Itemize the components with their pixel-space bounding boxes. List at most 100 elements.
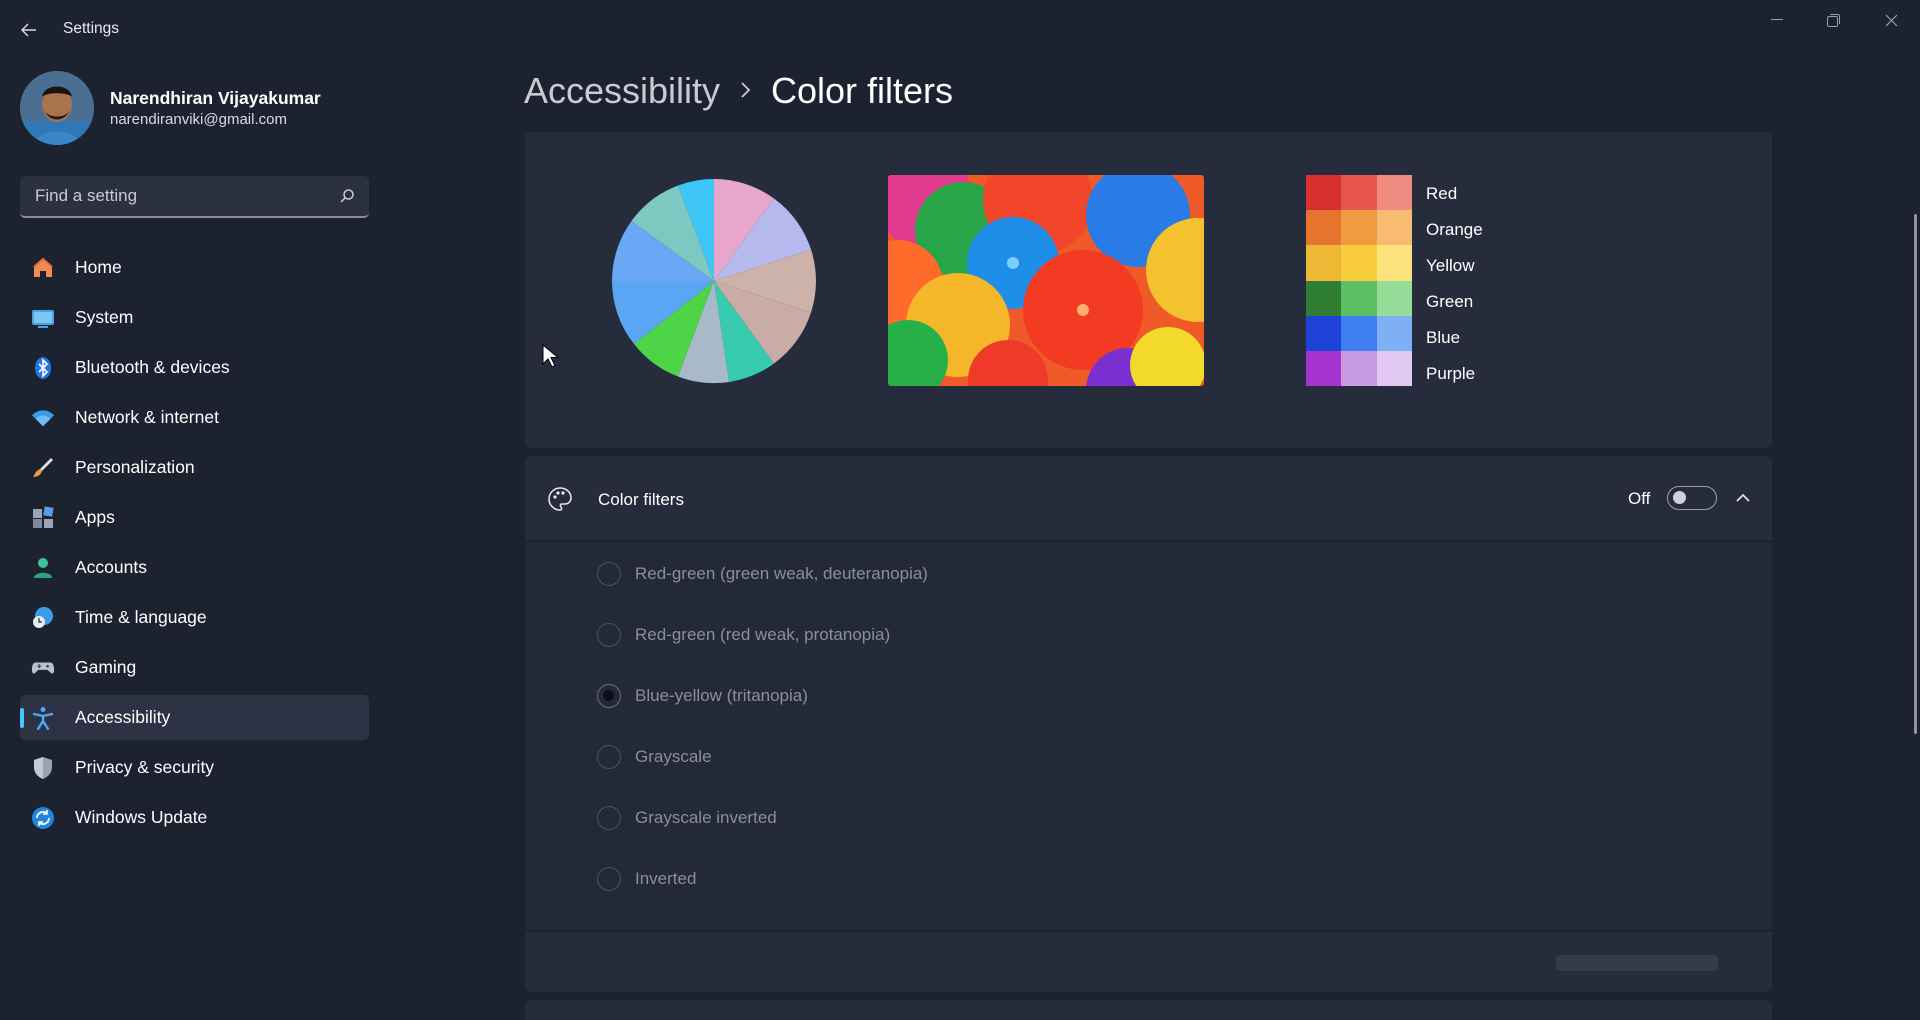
color-filters-toggle[interactable] [1667,486,1717,510]
color-swatch-green [1341,280,1378,317]
color-swatch-blue [1306,315,1342,352]
sidebar-item-time-language[interactable]: Time & language [20,595,369,640]
update-icon [31,806,55,830]
minimize-icon [1771,19,1783,20]
radio-option-tritanopia[interactable]: Blue-yellow (tritanopia) [597,676,808,716]
color-swatch-green [1376,280,1413,317]
sidebar-item-label: Windows Update [75,807,208,827]
sidebar-item-windows-update[interactable]: Windows Update [20,795,369,840]
radio-option-inverted[interactable]: Inverted [597,859,696,899]
sidebar-item-gaming[interactable]: Gaming [20,645,369,690]
search-input[interactable] [33,176,337,216]
color-filter-options [525,542,1772,930]
radio-button[interactable] [597,562,621,586]
scrollbar[interactable] [1914,214,1917,734]
swatch-label-green: Green [1426,292,1474,311]
home-icon [31,256,55,280]
sidebar-item-label: Home [75,257,122,277]
mouse-cursor-icon [542,344,558,368]
wifi-icon [31,406,55,430]
sidebar-item-label: Accessibility [75,707,171,727]
color-swatch-purple [1306,350,1342,387]
color-filters-title: Color filters [598,490,684,509]
breadcrumb-parent[interactable]: Accessibility [524,70,720,112]
sidebar-item-label: Gaming [75,657,137,677]
restore-button[interactable] [1805,0,1861,40]
sidebar-nav: Home System Bluetooth & devices Network … [20,245,369,845]
color-swatch-orange [1376,210,1413,246]
swatch-label-purple: Purple [1426,364,1476,383]
color-swatch-grid [1306,175,1413,387]
radio-label: Grayscale [635,747,712,766]
system-icon [31,306,55,330]
user-photo [20,71,94,145]
radio-option-grayscale[interactable]: Grayscale [597,737,712,777]
back-arrow-icon [21,23,36,37]
color-swatch-red [1306,175,1342,211]
close-button[interactable] [1863,0,1919,40]
palette-icon [548,487,572,511]
accessibility-icon [31,706,55,730]
sidebar-item-accounts[interactable]: Accounts [20,545,369,590]
search-box[interactable] [20,176,369,218]
radio-option-protanopia[interactable]: Red-green (red weak, protanopia) [597,615,890,655]
sidebar-item-label: System [75,307,134,327]
apps-icon [31,506,55,530]
toggle-knob [1673,491,1686,504]
color-swatch-purple [1341,350,1378,387]
sidebar-item-label: Bluetooth & devices [75,357,230,377]
color-swatch-orange [1306,210,1342,246]
color-swatch-blue [1376,315,1413,352]
bluetooth-icon [31,356,55,380]
color-wheel-image [612,178,816,384]
app-title: Settings [63,20,120,37]
radio-label: Red-green (red weak, protanopia) [635,625,891,644]
sidebar-item-apps[interactable]: Apps [20,495,369,540]
radio-button-selected[interactable] [597,684,621,708]
color-swatch-red [1376,175,1413,211]
radio-button[interactable] [597,806,621,830]
sidebar-item-accessibility[interactable]: Accessibility [20,695,369,740]
time-language-icon [31,606,55,630]
toggle-state-label: Off [1628,489,1651,508]
swatch-label-red: Red [1426,184,1458,203]
sidebar-item-network[interactable]: Network & internet [20,395,369,440]
search-icon[interactable] [339,188,355,204]
accounts-icon [31,556,55,580]
back-button[interactable] [12,16,46,44]
radio-button[interactable] [597,623,621,647]
sidebar-item-privacy[interactable]: Privacy & security [20,745,369,790]
gaming-icon [31,656,55,680]
paper-fans-photo [888,175,1204,386]
radio-label: Grayscale inverted [635,808,777,827]
color-swatch-yellow [1306,245,1342,281]
color-swatch-orange [1341,210,1378,246]
color-swatch-yellow [1376,245,1413,281]
restore-icon [1826,13,1840,27]
sidebar-item-personalization[interactable]: Personalization [20,445,369,490]
radio-option-grayscale-inverted[interactable]: Grayscale inverted [597,798,777,838]
radio-button[interactable] [597,867,621,891]
chevron-right-icon [741,82,751,98]
color-filters-expander[interactable] [525,456,1772,540]
page-title: Color filters [771,70,954,111]
sidebar-item-system[interactable]: System [20,295,369,340]
minimize-button[interactable] [1749,0,1805,40]
sidebar-item-home[interactable]: Home [20,245,369,290]
radio-label: Blue-yellow (tritanopia) [635,686,808,705]
sidebar-item-label: Time & language [75,607,207,627]
active-indicator [20,708,24,728]
radio-option-deuteranopia[interactable]: Red-green (green weak, deuteranopia) [597,554,928,594]
color-swatch-labels: Red Orange Yellow Green Blue Purple [1425,175,1625,386]
user-name: Narendhiran Vijayakumar [110,88,321,108]
avatar[interactable] [20,71,94,145]
brush-icon [31,456,55,480]
sidebar-item-bluetooth[interactable]: Bluetooth & devices [20,345,369,390]
radio-button[interactable] [597,745,621,769]
collapse-button[interactable] [1733,488,1753,508]
sidebar-item-label: Network & internet [75,407,219,427]
sidebar-item-label: Apps [75,507,115,527]
swatch-label-orange: Orange [1426,220,1483,239]
color-filter-preview: Red Orange Yellow Green Blue Purple [525,132,1772,448]
color-swatch-yellow [1341,245,1378,281]
